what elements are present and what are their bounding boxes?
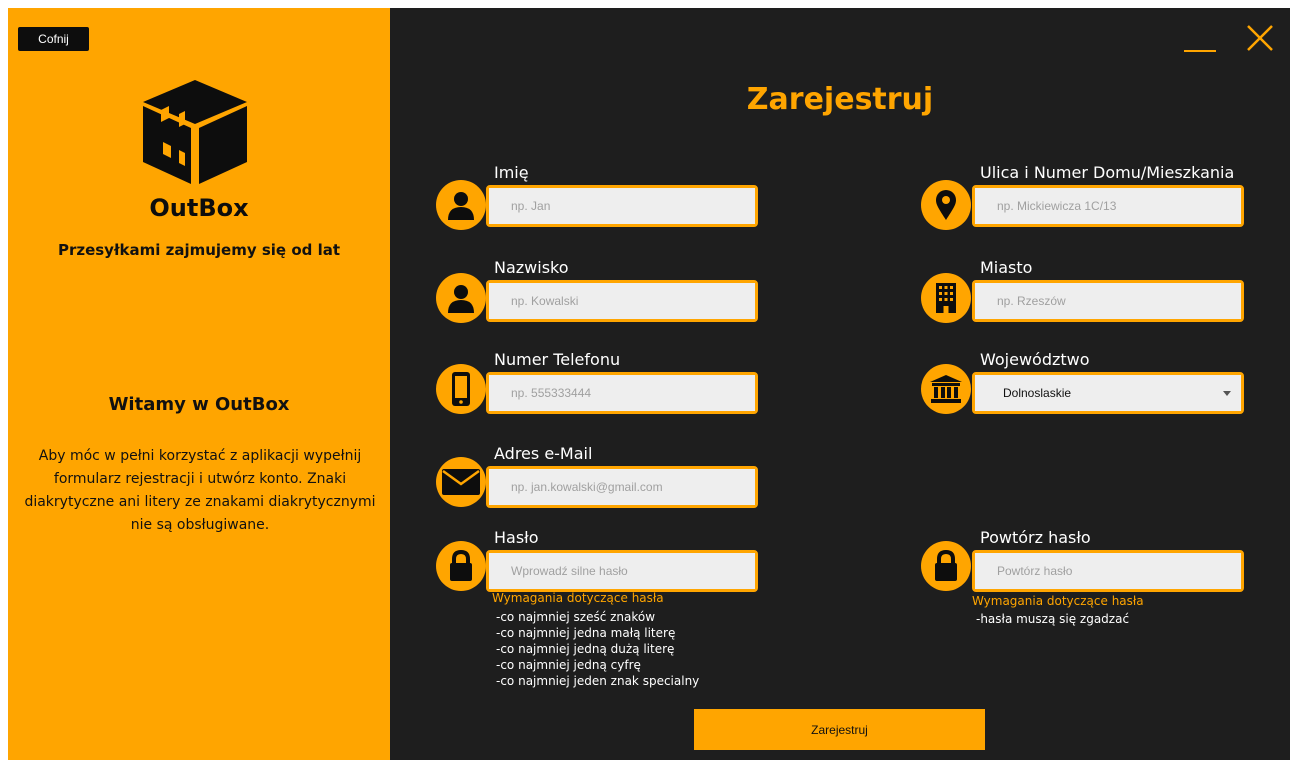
phone-label: Numer Telefonu (494, 350, 621, 369)
last-name-input[interactable] (489, 283, 755, 319)
email-label: Adres e-Mail (494, 444, 593, 463)
password-requirements-title: Wymagania dotyczące hasła (492, 591, 664, 605)
phone-icon (436, 364, 486, 414)
email-field: Adres e-Mail (486, 444, 760, 508)
requirement-item: -co najmniej jeden znak specialny (496, 674, 700, 688)
password-label: Hasło (494, 528, 539, 547)
password-field: Hasło (486, 528, 760, 592)
email-input[interactable] (489, 469, 755, 505)
requirement-item: -co najmniej sześć znaków (496, 610, 656, 624)
first-name-input[interactable] (489, 188, 755, 224)
voivodeship-label: Województwo (980, 350, 1090, 369)
voivodeship-select[interactable]: Dolnoslaskie (975, 375, 1241, 411)
last-name-field: Nazwisko (486, 258, 760, 322)
back-button[interactable]: Cofnij (18, 27, 89, 51)
first-name-field: Imię (486, 163, 760, 227)
envelope-icon (436, 457, 486, 507)
voivodeship-field: Województwo Dolnoslaskie (972, 350, 1246, 414)
building-icon (921, 273, 971, 323)
first-name-label: Imię (494, 163, 529, 182)
map-pin-icon (921, 180, 971, 230)
requirement-item: -co najmniej jedna małą literę (496, 626, 676, 640)
phone-field: Numer Telefonu (486, 350, 760, 414)
welcome-heading: Witamy w OutBox (108, 394, 290, 415)
close-button[interactable] (1242, 20, 1278, 56)
user-icon (436, 180, 486, 230)
password-requirements-list: -co najmniej sześć znaków -co najmniej j… (496, 609, 699, 689)
requirement-item: -hasła muszą się zgadzać (976, 612, 1130, 626)
outbox-logo (139, 80, 251, 188)
lock-icon (921, 541, 971, 591)
page-title: Zarejestruj (746, 82, 934, 117)
street-input[interactable] (975, 188, 1241, 224)
registration-panel: Zarejestruj Imię Nazwisko Numer Telefonu… (390, 8, 1290, 760)
lock-icon (436, 541, 486, 591)
brand-name: OutBox (149, 194, 249, 222)
repeat-password-field: Powtórz hasło (972, 528, 1246, 592)
street-field: Ulica i Numer Domu/Mieszkania (972, 163, 1246, 227)
repeat-password-label: Powtórz hasło (980, 528, 1091, 547)
city-input[interactable] (975, 283, 1241, 319)
chevron-down-icon (1223, 391, 1231, 396)
repeat-requirements-list: -hasła muszą się zgadzać (976, 611, 1129, 627)
requirement-item: -co najmniej jedną dużą literę (496, 642, 675, 656)
password-input[interactable] (489, 553, 755, 589)
register-button[interactable]: Zarejestruj (694, 709, 985, 750)
close-icon (1247, 25, 1273, 51)
slogan: Przesyłkami zajmujemy się od lat (57, 241, 341, 259)
street-label: Ulica i Numer Domu/Mieszkania (980, 163, 1235, 182)
welcome-description: Aby móc w pełni korzystać z aplikacji wy… (24, 448, 376, 533)
app-window: Cofnij OutBox Przesyłkami zajmujemy się … (8, 8, 1290, 760)
requirement-item: -co najmniej jedną cyfrę (496, 658, 641, 672)
phone-input[interactable] (489, 375, 755, 411)
repeat-password-input[interactable] (975, 553, 1241, 589)
last-name-label: Nazwisko (494, 258, 569, 277)
minimize-button[interactable] (1180, 22, 1220, 56)
repeat-requirements-title: Wymagania dotyczące hasła (972, 594, 1144, 608)
institution-icon (921, 364, 971, 414)
left-panel: Cofnij OutBox Przesyłkami zajmujemy się … (8, 8, 390, 760)
user-icon (436, 273, 486, 323)
voivodeship-selected-value: Dolnoslaskie (1003, 386, 1072, 400)
city-label: Miasto (980, 258, 1033, 277)
city-field: Miasto (972, 258, 1246, 322)
